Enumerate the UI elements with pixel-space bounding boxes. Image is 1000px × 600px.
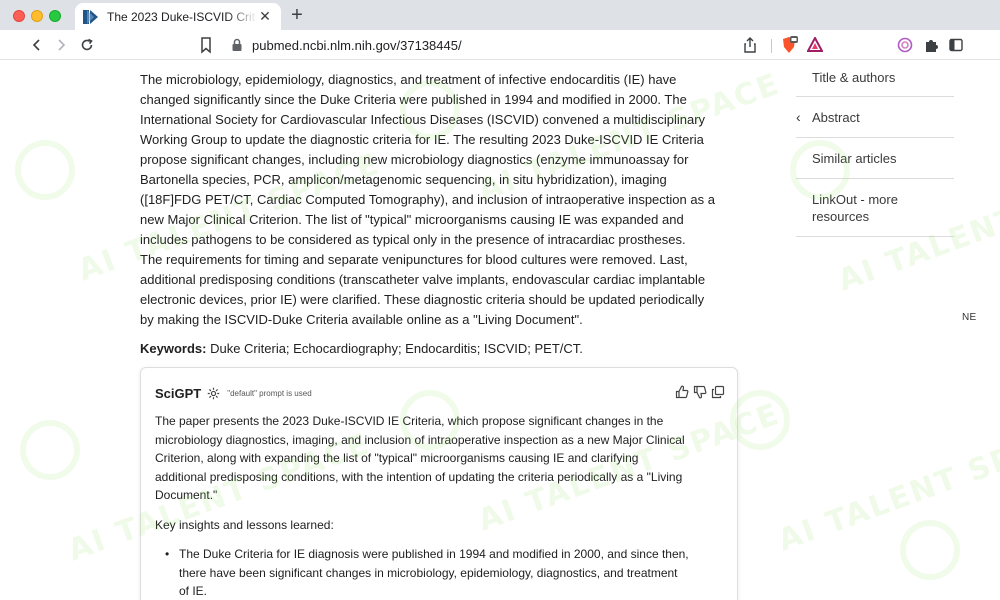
scigpt-title: SciGPT [155,385,202,401]
close-window-button[interactable] [13,10,25,22]
abstract-line: additional predisposing conditions (tran… [140,272,706,287]
scigpt-summary: The paper presents the 2023 Duke-ISCVID … [155,412,725,505]
reload-button[interactable] [78,36,96,54]
browser-tab-active[interactable]: The 2023 Duke-ISCVID Criteria for Infect… [75,3,281,30]
minimize-window-button[interactable] [31,10,43,22]
browser-tab-bar: The 2023 Duke-ISCVID Criteria for Infect… [0,0,1000,30]
abstract-line: electronic devices, prior IE) were clari… [140,292,705,307]
nav-item-label: Abstract [812,110,860,125]
bookmark-icon[interactable] [198,36,214,54]
scigpt-prompt-note: "default" prompt is used [227,388,312,398]
abstract-line: changed significantly since the Duke Cri… [140,92,687,107]
summary-line: additional predisposing conditions, with… [155,469,683,484]
tab-close-icon[interactable]: ✕ [257,8,273,25]
page-content: The microbiology, epidemiology, diagnost… [0,61,1000,600]
chevron-left-icon: ‹ [796,109,801,125]
nav-abstract[interactable]: ‹ Abstract [796,97,954,138]
summary-line: Document." [155,488,218,502]
scigpt-insights-list: • The Duke Criteria for IE diagnosis were… [155,545,725,600]
share-button[interactable] [741,36,759,54]
brave-rewards-icon [807,37,823,52]
sidebar-toggle-button[interactable] [947,36,965,54]
thumbs-up-icon[interactable] [675,385,689,399]
scigpt-insights-heading: Key insights and lessons learned: [155,518,334,532]
toolbar-divider [771,39,772,53]
share-icon [744,37,756,53]
copy-icon[interactable] [711,385,725,399]
summary-line: microbiology diagnostics, imaging, and i… [155,432,685,447]
abstract-line: ([18F]FDG PET/CT, Cardiac Computed Tomog… [140,192,715,207]
abstract-line: Bartonella species, PCR, amplicon/metage… [140,172,667,187]
bullet-marker: • [165,547,170,561]
nav-item-label: Similar articles [812,151,897,166]
openai-extension-button[interactable] [896,36,914,54]
abstract-text: The microbiology, epidemiology, diagnost… [140,70,740,330]
summary-line: The paper presents the 2023 Duke-ISCVID … [155,414,664,428]
extensions-button[interactable] [922,36,940,54]
brave-shield-icon [783,36,798,53]
scigpt-panel: SciGPT "default" prompt is used The pape… [140,367,738,600]
maximize-window-button[interactable] [49,10,61,22]
list-item-line: of IE. [179,584,208,598]
pubmed-favicon-icon [83,9,98,24]
page-navigation: Title & authors ‹ Abstract Similar artic… [796,61,954,237]
abstract-line: Working Group to update the diagnostic c… [140,132,704,147]
keywords-line: Keywords: Duke Criteria; Echocardiograph… [140,339,740,359]
sidebar-icon [949,38,963,52]
puzzle-extension-icon [926,40,938,52]
new-tab-button[interactable]: + [287,5,307,25]
keywords-value: Duke Criteria; Echocardiography; Endocar… [206,341,583,356]
abstract-line: The requirements for timing and separate… [140,252,688,267]
nav-linkout[interactable]: LinkOut - more resources [796,179,954,237]
scigpt-header: SciGPT "default" prompt is used [155,383,312,403]
abstract-line: by making the ISCVID-Duke Criteria avail… [140,312,583,327]
abstract-line: International Society for Cardiovascular… [140,112,706,127]
nav-item-label: Title & authors [812,70,896,85]
keywords-label: Keywords: [140,341,207,356]
address-bar-url[interactable]: pubmed.ncbi.nlm.nih.gov/37138445/ [252,38,462,53]
thumbs-down-icon[interactable] [693,385,707,399]
tab-title: The 2023 Duke-ISCVID Criteria for Infect… [107,9,257,24]
reload-icon [81,38,93,51]
abstract-line: The microbiology, epidemiology, diagnost… [140,72,677,87]
openai-icon [897,37,913,53]
forward-button[interactable] [52,36,70,54]
browser-toolbar: pubmed.ncbi.nlm.nih.gov/37138445/ [0,30,1000,60]
list-item-line: The Duke Criteria for IE diagnosis were … [179,547,689,561]
lock-icon[interactable] [231,37,243,53]
abstract-line: includes pathogens to be considered as t… [140,232,686,247]
list-item-line: there have been significant changes in m… [179,565,678,580]
next-article-link[interactable]: NE [962,312,977,323]
scigpt-actions [675,385,725,399]
list-item: • The Duke Criteria for IE diagnosis were… [155,545,725,600]
abstract-line: new Major Clinical Criterion. The list o… [140,212,684,227]
brave-shields-button[interactable] [780,36,798,54]
gear-icon[interactable] [207,387,220,400]
nav-title-authors[interactable]: Title & authors [796,61,954,97]
summary-line: Criterion, along with expanding the list… [155,451,639,465]
nav-similar-articles[interactable]: Similar articles [796,138,954,179]
arrow-left-icon [32,39,40,51]
brave-rewards-button[interactable] [806,36,824,54]
nav-item-label: LinkOut - more resources [812,192,898,224]
back-button[interactable] [28,36,46,54]
arrow-right-icon [58,39,66,51]
abstract-line: propose significant changes, including n… [140,152,689,167]
